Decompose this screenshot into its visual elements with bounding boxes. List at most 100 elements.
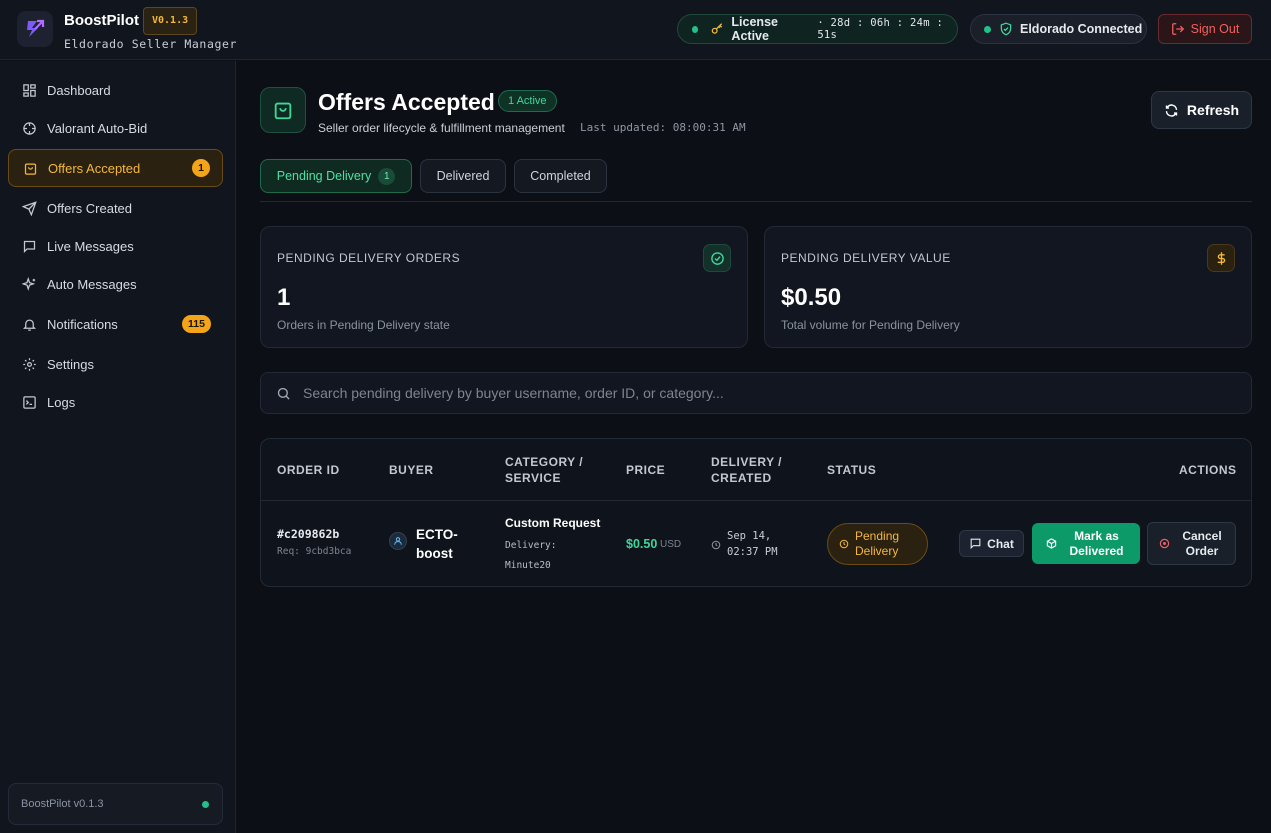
sidebar-item-dashboard[interactable]: Dashboard bbox=[8, 71, 223, 109]
tab-label: Completed bbox=[530, 169, 591, 183]
column-header-order-id: ORDER ID bbox=[277, 463, 340, 477]
check-circle-icon bbox=[703, 244, 731, 272]
bell-icon bbox=[21, 316, 37, 332]
stat-value: $0.50 bbox=[781, 284, 842, 311]
column-header-status: STATUS bbox=[827, 463, 877, 477]
price: $0.50 bbox=[626, 537, 658, 551]
sign-out-label: Sign Out bbox=[1190, 22, 1240, 36]
sparkles-icon bbox=[21, 276, 37, 292]
column-header-actions: ACTIONS bbox=[1179, 463, 1237, 477]
footer-version: BoostPilot v0.1.3 bbox=[21, 798, 104, 810]
connection-status-dot bbox=[984, 25, 991, 33]
search-bar bbox=[260, 372, 1252, 414]
refresh-button[interactable]: Refresh bbox=[1151, 91, 1252, 129]
cancel-order-button[interactable]: Cancel Order bbox=[1147, 522, 1236, 565]
license-status-pill: License Active · 28d : 06h : 24m : 51s bbox=[677, 14, 958, 44]
refresh-label: Refresh bbox=[1186, 102, 1240, 118]
app-name: BoostPilot bbox=[64, 12, 139, 29]
online-status-dot bbox=[202, 800, 209, 808]
column-header-category: CATEGORY / SERVICE bbox=[505, 455, 584, 485]
chat-icon bbox=[969, 537, 982, 550]
sidebar-footer: BoostPilot v0.1.3 bbox=[8, 783, 223, 825]
tabs-divider bbox=[260, 201, 1252, 202]
search-input[interactable] bbox=[303, 385, 1203, 401]
stat-description: Orders in Pending Delivery state bbox=[277, 318, 450, 332]
page-header-icon bbox=[260, 87, 306, 133]
key-icon bbox=[710, 22, 724, 36]
stat-card-orders: PENDING DELIVERY ORDERS 1 Orders in Pend… bbox=[260, 226, 748, 348]
license-timer: · 28d : 06h : 24m : 51s bbox=[817, 17, 944, 41]
license-status-dot bbox=[692, 25, 699, 33]
stat-description: Total volume for Pending Delivery bbox=[781, 318, 960, 332]
terminal-icon bbox=[21, 394, 37, 410]
active-count-badge: 1 Active bbox=[498, 90, 557, 112]
order-id: #c209862b bbox=[277, 527, 340, 541]
sidebar-item-label: Auto Messages bbox=[47, 276, 137, 292]
shopping-bag-icon bbox=[22, 160, 38, 176]
sidebar-item-settings[interactable]: Settings bbox=[8, 345, 223, 383]
sidebar-item-live-messages[interactable]: Live Messages bbox=[8, 227, 223, 265]
shopping-bag-icon bbox=[274, 102, 292, 120]
chat-label: Chat bbox=[987, 536, 1014, 551]
sidebar-item-label: Logs bbox=[47, 394, 76, 410]
tab-count-badge: 1 bbox=[378, 167, 396, 185]
category: Custom Request bbox=[505, 516, 601, 530]
sidebar: Dashboard Valorant Auto-Bid Offers Accep… bbox=[0, 61, 236, 833]
clock-icon bbox=[711, 538, 721, 553]
sidebar-item-logs[interactable]: Logs bbox=[8, 383, 223, 421]
tab-completed[interactable]: Completed bbox=[514, 159, 607, 193]
app-logo bbox=[17, 11, 53, 47]
offers-accepted-badge: 1 bbox=[192, 159, 210, 177]
send-icon bbox=[21, 200, 37, 216]
sidebar-item-label: Notifications bbox=[47, 316, 118, 332]
mark-as-delivered-button[interactable]: Mark as Delivered bbox=[1032, 523, 1140, 564]
sidebar-item-label: Offers Accepted bbox=[48, 160, 141, 176]
gear-icon bbox=[21, 356, 37, 372]
tab-pending-delivery[interactable]: Pending Delivery 1 bbox=[260, 159, 412, 193]
sidebar-item-label: Settings bbox=[47, 356, 94, 372]
license-label: License Active bbox=[731, 15, 778, 43]
sidebar-item-offers-accepted[interactable]: Offers Accepted 1 bbox=[8, 149, 223, 187]
delivery-info: Delivery: Minute20 bbox=[505, 540, 557, 571]
page-title: Offers Accepted bbox=[318, 89, 495, 115]
sidebar-item-valorant-auto-bid[interactable]: Valorant Auto-Bid bbox=[8, 109, 223, 147]
created-date: Sep 14, 02:37 PM bbox=[727, 530, 778, 558]
refresh-icon bbox=[1164, 103, 1179, 118]
sidebar-item-offers-created[interactable]: Offers Created bbox=[8, 189, 223, 227]
package-icon bbox=[1046, 538, 1057, 549]
user-icon bbox=[389, 532, 407, 550]
tab-delivered[interactable]: Delivered bbox=[420, 159, 506, 193]
last-updated: Last updated: 08:00:31 AM bbox=[580, 121, 746, 134]
request-id: Req: 9cbd3bca bbox=[277, 546, 352, 557]
stat-value: 1 bbox=[277, 284, 291, 311]
dollar-icon bbox=[1207, 244, 1235, 272]
crosshair-icon bbox=[21, 120, 37, 136]
sign-out-button[interactable]: Sign Out bbox=[1158, 14, 1252, 44]
sidebar-item-label: Offers Created bbox=[47, 200, 133, 216]
column-header-price: PRICE bbox=[626, 463, 666, 477]
clock-icon bbox=[839, 539, 849, 549]
rocket-logo-icon bbox=[27, 19, 45, 37]
cancel-circle-icon bbox=[1159, 538, 1170, 549]
connection-status-pill: Eldorado Connected bbox=[970, 14, 1147, 44]
chat-button[interactable]: Chat bbox=[959, 530, 1024, 557]
column-header-delivery-created: DELIVERY / CREATED bbox=[711, 455, 783, 485]
stat-label: PENDING DELIVERY VALUE bbox=[781, 251, 951, 265]
sidebar-item-label: Dashboard bbox=[47, 82, 111, 98]
app-subtitle: Eldorado Seller Manager bbox=[64, 37, 238, 51]
search-icon bbox=[276, 386, 291, 401]
buyer-name: ECTO-boost bbox=[416, 527, 458, 561]
page-subtitle: Seller order lifecycle & fulfillment man… bbox=[318, 121, 565, 135]
logout-icon bbox=[1171, 22, 1185, 36]
sidebar-item-notifications[interactable]: Notifications 115 bbox=[8, 305, 223, 343]
column-header-buyer: BUYER bbox=[389, 463, 434, 477]
sidebar-item-label: Live Messages bbox=[47, 238, 134, 254]
grid-icon bbox=[21, 82, 37, 98]
sidebar-item-auto-messages[interactable]: Auto Messages bbox=[8, 265, 223, 303]
stat-card-value: PENDING DELIVERY VALUE $0.50 Total volum… bbox=[764, 226, 1252, 348]
sidebar-item-label: Valorant Auto-Bid bbox=[47, 120, 148, 136]
tab-label: Pending Delivery bbox=[276, 169, 372, 183]
status-label: Pending Delivery bbox=[855, 529, 900, 558]
shield-check-icon bbox=[999, 22, 1013, 36]
version-badge: V0.1.3 bbox=[143, 7, 198, 35]
